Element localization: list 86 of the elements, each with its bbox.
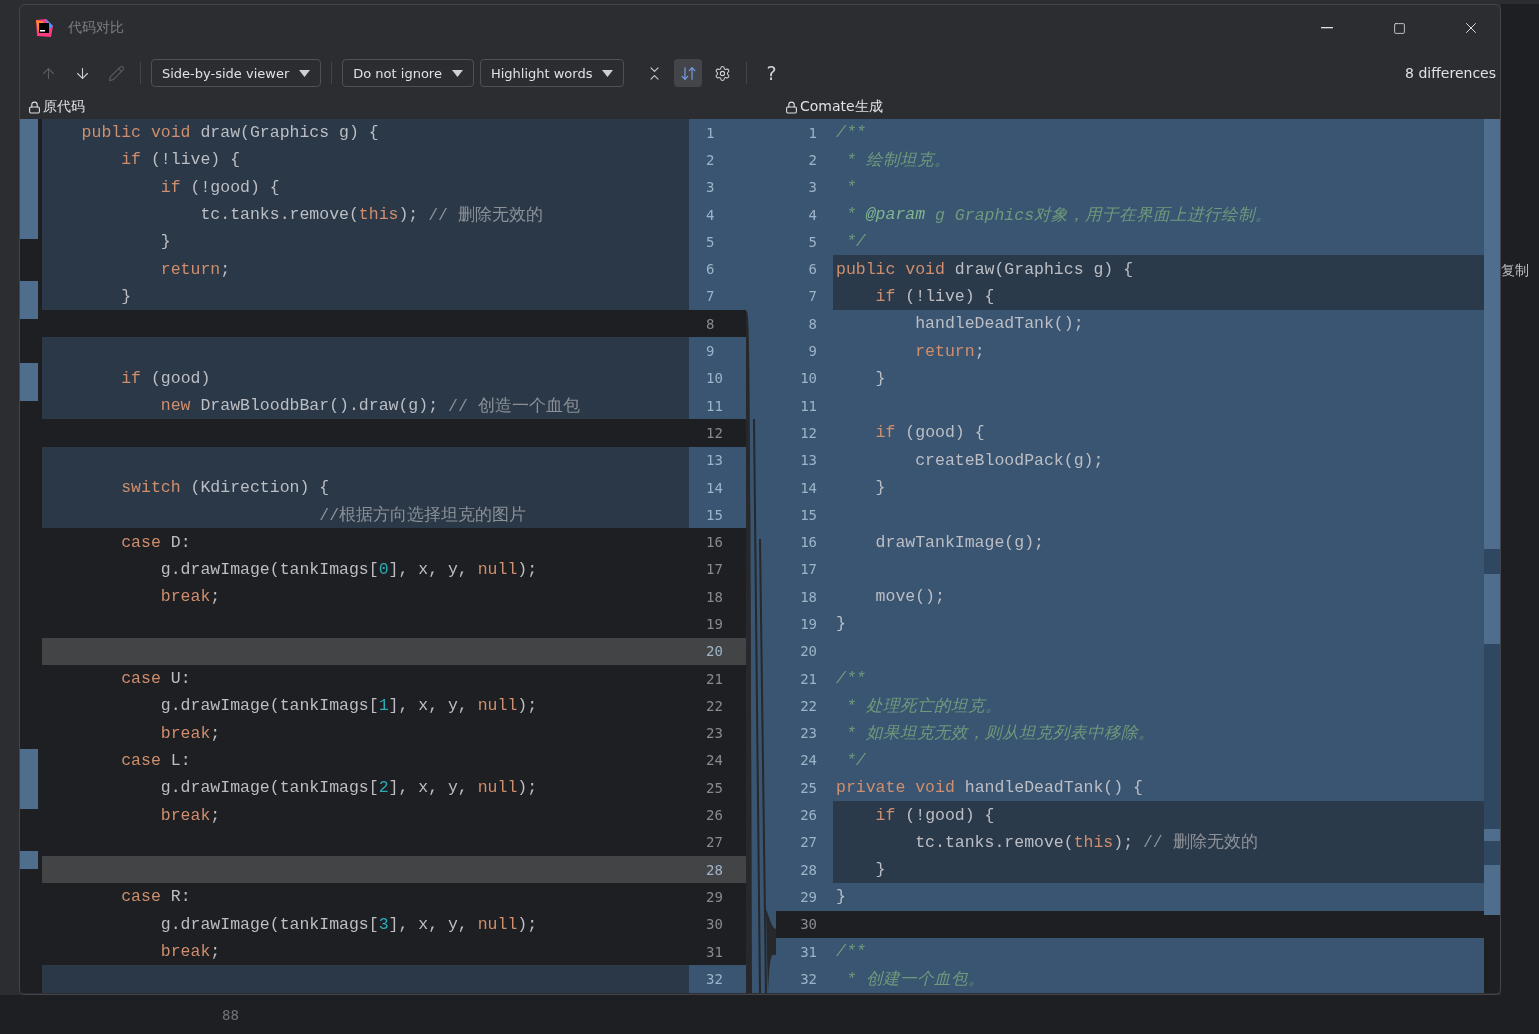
line-number: 1: [808, 124, 817, 141]
maximize-icon: [1392, 21, 1406, 35]
line-number: 13: [800, 452, 817, 469]
lock-icon: [28, 100, 41, 114]
copy-label: 复制: [1501, 262, 1529, 280]
line-number: 25: [800, 779, 817, 796]
line-number: 22: [800, 697, 817, 714]
pane-title: 原代码: [43, 98, 85, 116]
app-logo-icon: [34, 18, 54, 38]
viewer-dropdown[interactable]: Highlight words: [479, 59, 625, 87]
minimize-icon: [1321, 27, 1333, 29]
line-number: 11: [800, 397, 817, 414]
caret-icon: [451, 69, 463, 77]
line-number: 19: [800, 616, 817, 632]
line-number: 18: [800, 588, 817, 605]
line-number: 5: [808, 233, 817, 250]
line-number: 13: [706, 452, 723, 469]
line-number: 20: [800, 643, 817, 660]
line-number: 8: [808, 315, 817, 332]
line-number: 6: [808, 261, 817, 278]
settings-icon: [713, 64, 731, 82]
line-number: 11: [706, 397, 723, 414]
line-number: 27: [800, 834, 817, 851]
line-number: 14: [706, 479, 723, 496]
line-number: 12: [706, 424, 723, 441]
line-number: 10: [800, 370, 817, 387]
line-number: 12: [800, 424, 817, 441]
line-number: 1: [706, 124, 715, 141]
line-number: 14: [800, 479, 817, 496]
pane-title: Comate生成: [800, 98, 883, 116]
line-number: 9: [706, 343, 715, 359]
line-number: 2: [706, 151, 715, 168]
viewer-dropdown[interactable]: Do not ignore: [342, 59, 474, 87]
line-number: 25: [706, 779, 723, 796]
line-number: 26: [706, 807, 723, 824]
line-number: 7: [706, 288, 715, 305]
line-number: 17: [706, 561, 723, 578]
caret-icon: [602, 69, 614, 77]
line-number: 21: [706, 670, 723, 687]
line-number: 21: [800, 670, 817, 687]
line-number: 24: [706, 752, 723, 769]
line-number: 4: [706, 206, 715, 223]
line-number: 24: [800, 752, 817, 769]
line-number: 4: [808, 206, 817, 223]
line-number: 6: [706, 261, 715, 278]
help-button[interactable]: ?: [757, 62, 786, 84]
line-number: 28: [800, 861, 817, 878]
sync-scroll-button[interactable]: [674, 59, 703, 87]
line-number: 27: [706, 834, 723, 851]
line-number: 16: [706, 534, 723, 551]
lock-icon: [785, 100, 798, 114]
line-number: 32: [800, 970, 817, 987]
line-number: 31: [706, 943, 723, 960]
viewer-dropdown[interactable]: Side-by-side viewer: [151, 59, 322, 87]
line-number: 19: [706, 616, 723, 632]
line-number: 8: [706, 315, 715, 332]
line-number: 23: [800, 725, 817, 742]
line-number: 2: [808, 151, 817, 168]
line-number: 15: [800, 506, 817, 523]
line-number: 5: [706, 233, 715, 250]
line-number: 88: [222, 1006, 239, 1023]
line-number: 30: [800, 916, 817, 933]
differences-count: 8 differences: [1405, 65, 1497, 81]
line-number: 9: [808, 343, 817, 359]
caret-icon: [299, 69, 311, 77]
line-number: 3: [706, 179, 715, 196]
line-number: 10: [706, 370, 723, 387]
line-number: 23: [706, 725, 723, 742]
line-number: 16: [800, 534, 817, 551]
line-number: 18: [706, 588, 723, 605]
line-number: 29: [706, 888, 723, 905]
line-number: 31: [800, 943, 817, 960]
pencil-icon: [107, 64, 125, 82]
line-number: 29: [800, 888, 817, 905]
window-title: 代码对比: [68, 19, 124, 37]
line-number: 3: [808, 179, 817, 196]
line-number: 28: [706, 861, 723, 878]
line-number: 20: [706, 643, 723, 660]
line-number: 15: [706, 506, 723, 523]
line-number: 32: [706, 970, 723, 987]
line-number: 17: [800, 561, 817, 578]
line-number: 22: [706, 697, 723, 714]
line-number: 7: [808, 288, 817, 305]
line-number: 30: [706, 916, 723, 933]
line-number: 26: [800, 807, 817, 824]
sync-scroll-icon: [679, 64, 697, 82]
